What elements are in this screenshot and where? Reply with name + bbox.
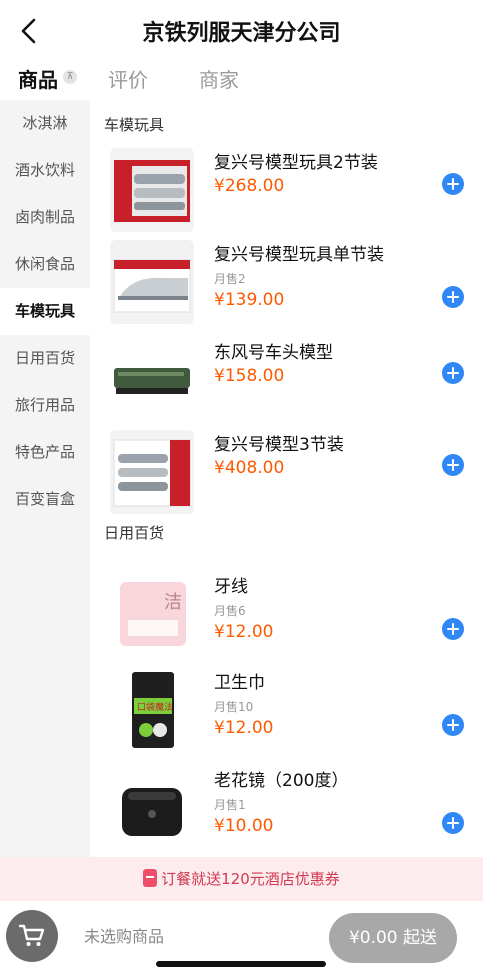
monthly-sales: 月售1: [214, 798, 246, 812]
coupon-icon: [143, 869, 158, 887]
product-name: 卫生巾: [214, 673, 265, 693]
add-to-cart-button[interactable]: [442, 714, 464, 736]
monthly-sales: 月售6: [214, 604, 246, 618]
section-title: 车模玩具: [104, 116, 165, 134]
product-item[interactable]: 东风号车头模型 ¥158.00: [90, 338, 483, 424]
product-item[interactable]: 洁 牙线 月售6 ¥12.00: [90, 572, 483, 658]
product-price: ¥12.00: [214, 622, 274, 642]
product-item[interactable]: 复兴号模型玩具2节装 ¥268.00: [90, 148, 483, 234]
sidebar-item-snacks[interactable]: 休闲食品: [0, 241, 90, 288]
product-image: 口袋魔法: [110, 668, 194, 752]
add-to-cart-button[interactable]: [442, 812, 464, 834]
sidebar-item-travel[interactable]: 旅行用品: [0, 382, 90, 429]
product-price: ¥12.00: [214, 718, 274, 738]
page-title: 京铁列服天津分公司: [142, 21, 341, 46]
checkout-button[interactable]: ¥0.00 起送: [329, 913, 457, 963]
add-to-cart-button[interactable]: [442, 173, 464, 195]
product-item[interactable]: 口袋魔法 卫生巾 月售10 ¥12.00: [90, 668, 483, 754]
home-indicator: [156, 961, 326, 967]
product-name: 牙线: [214, 577, 248, 597]
product-item[interactable]: 老花镜（200度） 月售1 ¥10.00: [90, 766, 483, 852]
product-image: 洁: [110, 572, 194, 656]
promo-text: 订餐就送120元酒店优惠券: [161, 870, 340, 888]
product-image: [110, 430, 194, 514]
tab-merchant[interactable]: 商家: [199, 64, 239, 93]
header: 京铁列服天津分公司: [0, 0, 483, 60]
product-list: 车模玩具 复兴号模型玩具2节装 ¥268.00 复兴号模型玩具单节装 月售2 ¥…: [90, 100, 483, 857]
promo-banner[interactable]: 订餐就送120元酒店优惠券: [0, 857, 483, 901]
category-sidebar: 冰淇淋 酒水饮料 卤肉制品 休闲食品 车模玩具 日用百货 旅行用品 特色产品 百…: [0, 100, 90, 857]
tab-bar: 商品 ⊼ 评价 商家: [0, 60, 483, 100]
cart-button[interactable]: [6, 910, 58, 962]
section-title: 日用百货: [104, 524, 165, 542]
cart-status: 未选购商品: [84, 927, 165, 946]
sort-icon[interactable]: ⊼: [63, 70, 77, 84]
product-name: 复兴号模型玩具2节装: [214, 153, 378, 173]
sidebar-item-blind-box[interactable]: 百变盲盒: [0, 476, 90, 523]
add-to-cart-button[interactable]: [442, 362, 464, 384]
product-price: ¥139.00: [214, 290, 285, 310]
tab-goods[interactable]: 商品: [18, 64, 58, 93]
product-image: [110, 240, 194, 324]
product-name: 复兴号模型玩具单节装: [214, 245, 384, 265]
image-label: 洁: [164, 592, 182, 613]
product-image: [110, 766, 194, 850]
product-item[interactable]: 复兴号模型玩具单节装 月售2 ¥139.00: [90, 240, 483, 326]
sidebar-item-ice-cream[interactable]: 冰淇淋: [0, 100, 90, 147]
monthly-sales: 月售2: [214, 272, 246, 286]
cart-icon: [19, 924, 45, 946]
sidebar-item-specialty[interactable]: 特色产品: [0, 429, 90, 476]
monthly-sales: 月售10: [214, 700, 254, 714]
product-price: ¥268.00: [214, 176, 285, 196]
product-image: [110, 338, 194, 422]
tab-reviews[interactable]: 评价: [108, 64, 148, 93]
add-to-cart-button[interactable]: [442, 618, 464, 640]
product-image: [110, 148, 194, 232]
product-price: ¥158.00: [214, 366, 285, 386]
product-price: ¥10.00: [214, 816, 274, 836]
product-name: 复兴号模型3节装: [214, 435, 344, 455]
add-to-cart-button[interactable]: [442, 286, 464, 308]
image-label: 口袋魔法: [137, 701, 173, 713]
sidebar-item-braised-meat[interactable]: 卤肉制品: [0, 194, 90, 241]
sidebar-item-drinks[interactable]: 酒水饮料: [0, 147, 90, 194]
product-name: 东风号车头模型: [214, 343, 333, 363]
sidebar-item-daily-goods[interactable]: 日用百货: [0, 335, 90, 382]
add-to-cart-button[interactable]: [442, 454, 464, 476]
product-name: 老花镜（200度）: [214, 771, 349, 791]
product-item[interactable]: 复兴号模型3节装 ¥408.00: [90, 430, 483, 516]
sidebar-item-model-toys[interactable]: 车模玩具: [0, 288, 90, 335]
product-price: ¥408.00: [214, 458, 285, 478]
